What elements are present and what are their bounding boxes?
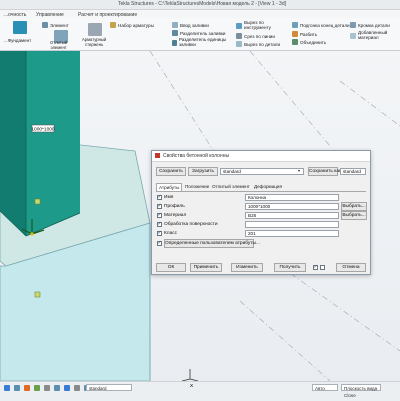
material-label: Материал — [164, 213, 187, 218]
snap-icon[interactable] — [44, 385, 50, 391]
finish-checkbox[interactable] — [157, 221, 162, 227]
handle-point[interactable] — [34, 198, 41, 205]
concrete-column-properties-dialog: Свойства бетонной колонны Сохранить Загр… — [151, 150, 371, 275]
dialog-title: Свойства бетонной колонны — [163, 153, 230, 159]
added-material-icon — [350, 32, 356, 39]
class-label: Класс — [164, 231, 178, 236]
pour-icon — [172, 22, 178, 28]
rebar-icon[interactable] — [88, 23, 102, 36]
finish-label: Обработка поверхности — [164, 222, 218, 227]
work-plane-select[interactable]: Плоскость вида — [341, 384, 381, 391]
material-checkbox[interactable] — [157, 212, 162, 218]
snap-icon[interactable] — [54, 385, 60, 391]
toggle-all-checkbox[interactable] — [313, 264, 318, 270]
profile-checkbox[interactable] — [157, 203, 162, 209]
fit-part-end-button[interactable]: Подгонка конец детали — [292, 22, 350, 28]
close-label[interactable]: Close — [344, 393, 356, 398]
pour-unit-divider-button[interactable]: Разделитель единицы заливки — [172, 37, 232, 47]
name-input[interactable]: Колонна — [245, 194, 339, 201]
cancel-button[interactable]: Отмена — [336, 263, 366, 272]
user-attributes-button[interactable]: Определенные пользователем атрибуты... — [164, 239, 260, 248]
tool-cut-button[interactable]: Вырез по инструменту — [236, 20, 271, 30]
combine-icon — [292, 39, 298, 45]
material-choose-button[interactable]: Выбрать... — [341, 211, 367, 220]
save-button[interactable]: Сохранить — [156, 167, 186, 176]
snap-icon[interactable] — [4, 385, 10, 391]
rebar-label[interactable]: Арматурный стержень — [82, 37, 106, 47]
class-input[interactable]: 201 — [245, 230, 339, 237]
profile-label: Профиль — [164, 204, 185, 209]
element-button[interactable]: Элемент — [42, 22, 69, 28]
split-icon — [292, 31, 298, 37]
status-bar: standard X Авто Плоскость вида Close — [0, 381, 400, 401]
load-button[interactable]: Загрузить — [188, 167, 218, 176]
chevron-down-icon[interactable]: ▾ — [298, 168, 300, 173]
pour-input-button[interactable]: Ввод заливки — [172, 22, 209, 28]
snap-icon[interactable] — [34, 385, 40, 391]
dialog-title-bar: Свойства бетонной колонны — [152, 151, 370, 162]
save-as-button[interactable]: Сохранить как — [308, 167, 341, 176]
tab-position[interactable]: Положение — [183, 183, 211, 191]
snap-icon[interactable] — [24, 385, 30, 391]
get-button[interactable]: Получить — [274, 263, 306, 272]
tab-deformation[interactable]: Деформация — [252, 183, 284, 191]
element-icon — [42, 22, 48, 28]
ribbon-tabs: ...очность Управление Расчет и проектиро… — [0, 10, 400, 18]
concrete-column[interactable] — [0, 51, 81, 237]
tab-divider — [156, 191, 366, 192]
name-checkbox[interactable] — [157, 194, 162, 200]
combine-button[interactable]: Объединить — [292, 39, 326, 45]
line-cut-button[interactable]: Срез по линии — [236, 33, 275, 39]
tab-cast-unit[interactable]: Отлитый элемент — [210, 183, 252, 191]
snap-icon[interactable] — [64, 385, 70, 391]
ok-button[interactable]: ОК — [156, 263, 186, 272]
part-chamfer-button[interactable]: Кромка детали — [350, 22, 390, 28]
added-material-button[interactable]: Добавленный материал — [350, 30, 387, 40]
split-button[interactable]: Разбить — [292, 31, 317, 37]
modify-button[interactable]: Изменить — [231, 263, 263, 272]
profile-choose-button[interactable]: Выбрать... — [341, 202, 367, 211]
snap-mode-select[interactable]: Авто — [312, 384, 338, 391]
class-checkbox[interactable] — [157, 230, 162, 236]
snap-icon[interactable] — [14, 385, 20, 391]
snap-settings-select[interactable]: standard — [86, 384, 132, 391]
snap-icon[interactable] — [74, 385, 80, 391]
profile-input[interactable]: 1000*1000 — [245, 203, 339, 210]
title-bar: Tekla Structures - C:\TeklaStructuresMod… — [0, 0, 400, 10]
fundament-label[interactable]: ...Фундамент — [4, 38, 31, 43]
preset-select[interactable]: standard — [220, 168, 304, 175]
part-cut-icon — [236, 41, 242, 47]
apply-button[interactable]: Применить — [190, 263, 222, 272]
name-label: Имя — [164, 195, 174, 200]
ribbon: ...Фундамент Элемент Отлитый элемент Арм… — [0, 18, 400, 51]
tool-cut-icon — [236, 22, 242, 29]
pour-divider-icon — [172, 30, 178, 36]
snap-toolbar — [4, 385, 92, 391]
tekla-logo-icon — [155, 153, 160, 158]
finish-input[interactable] — [245, 221, 339, 228]
user-attributes-checkbox[interactable] — [157, 240, 162, 246]
fit-icon — [292, 22, 298, 28]
pour-unit-icon — [172, 39, 177, 46]
handle-point[interactable] — [34, 291, 41, 298]
line-cut-icon — [236, 33, 242, 39]
toggle-none-checkbox[interactable] — [320, 265, 325, 270]
otlityi-label[interactable]: Отлитый элемент — [50, 40, 67, 50]
rebar-set-icon — [110, 22, 116, 28]
window-title: Tekla Structures - C:\TeklaStructuresMod… — [118, 1, 286, 7]
pour-divider-button[interactable]: Разделитель заливки — [172, 30, 225, 36]
material-input[interactable]: B25 — [245, 212, 339, 219]
save-as-name-input[interactable]: standard — [340, 168, 366, 175]
rebar-set-button[interactable]: Набор арматуры — [110, 22, 154, 28]
chamfer-icon — [350, 22, 356, 28]
x-axis-label: X — [190, 383, 194, 388]
fundament-icon[interactable] — [13, 21, 27, 34]
view-cube-icon[interactable] — [181, 369, 199, 381]
column-profile-label: 1000*1000 — [31, 127, 55, 133]
part-cut-button[interactable]: Вырез по детали — [236, 41, 280, 47]
